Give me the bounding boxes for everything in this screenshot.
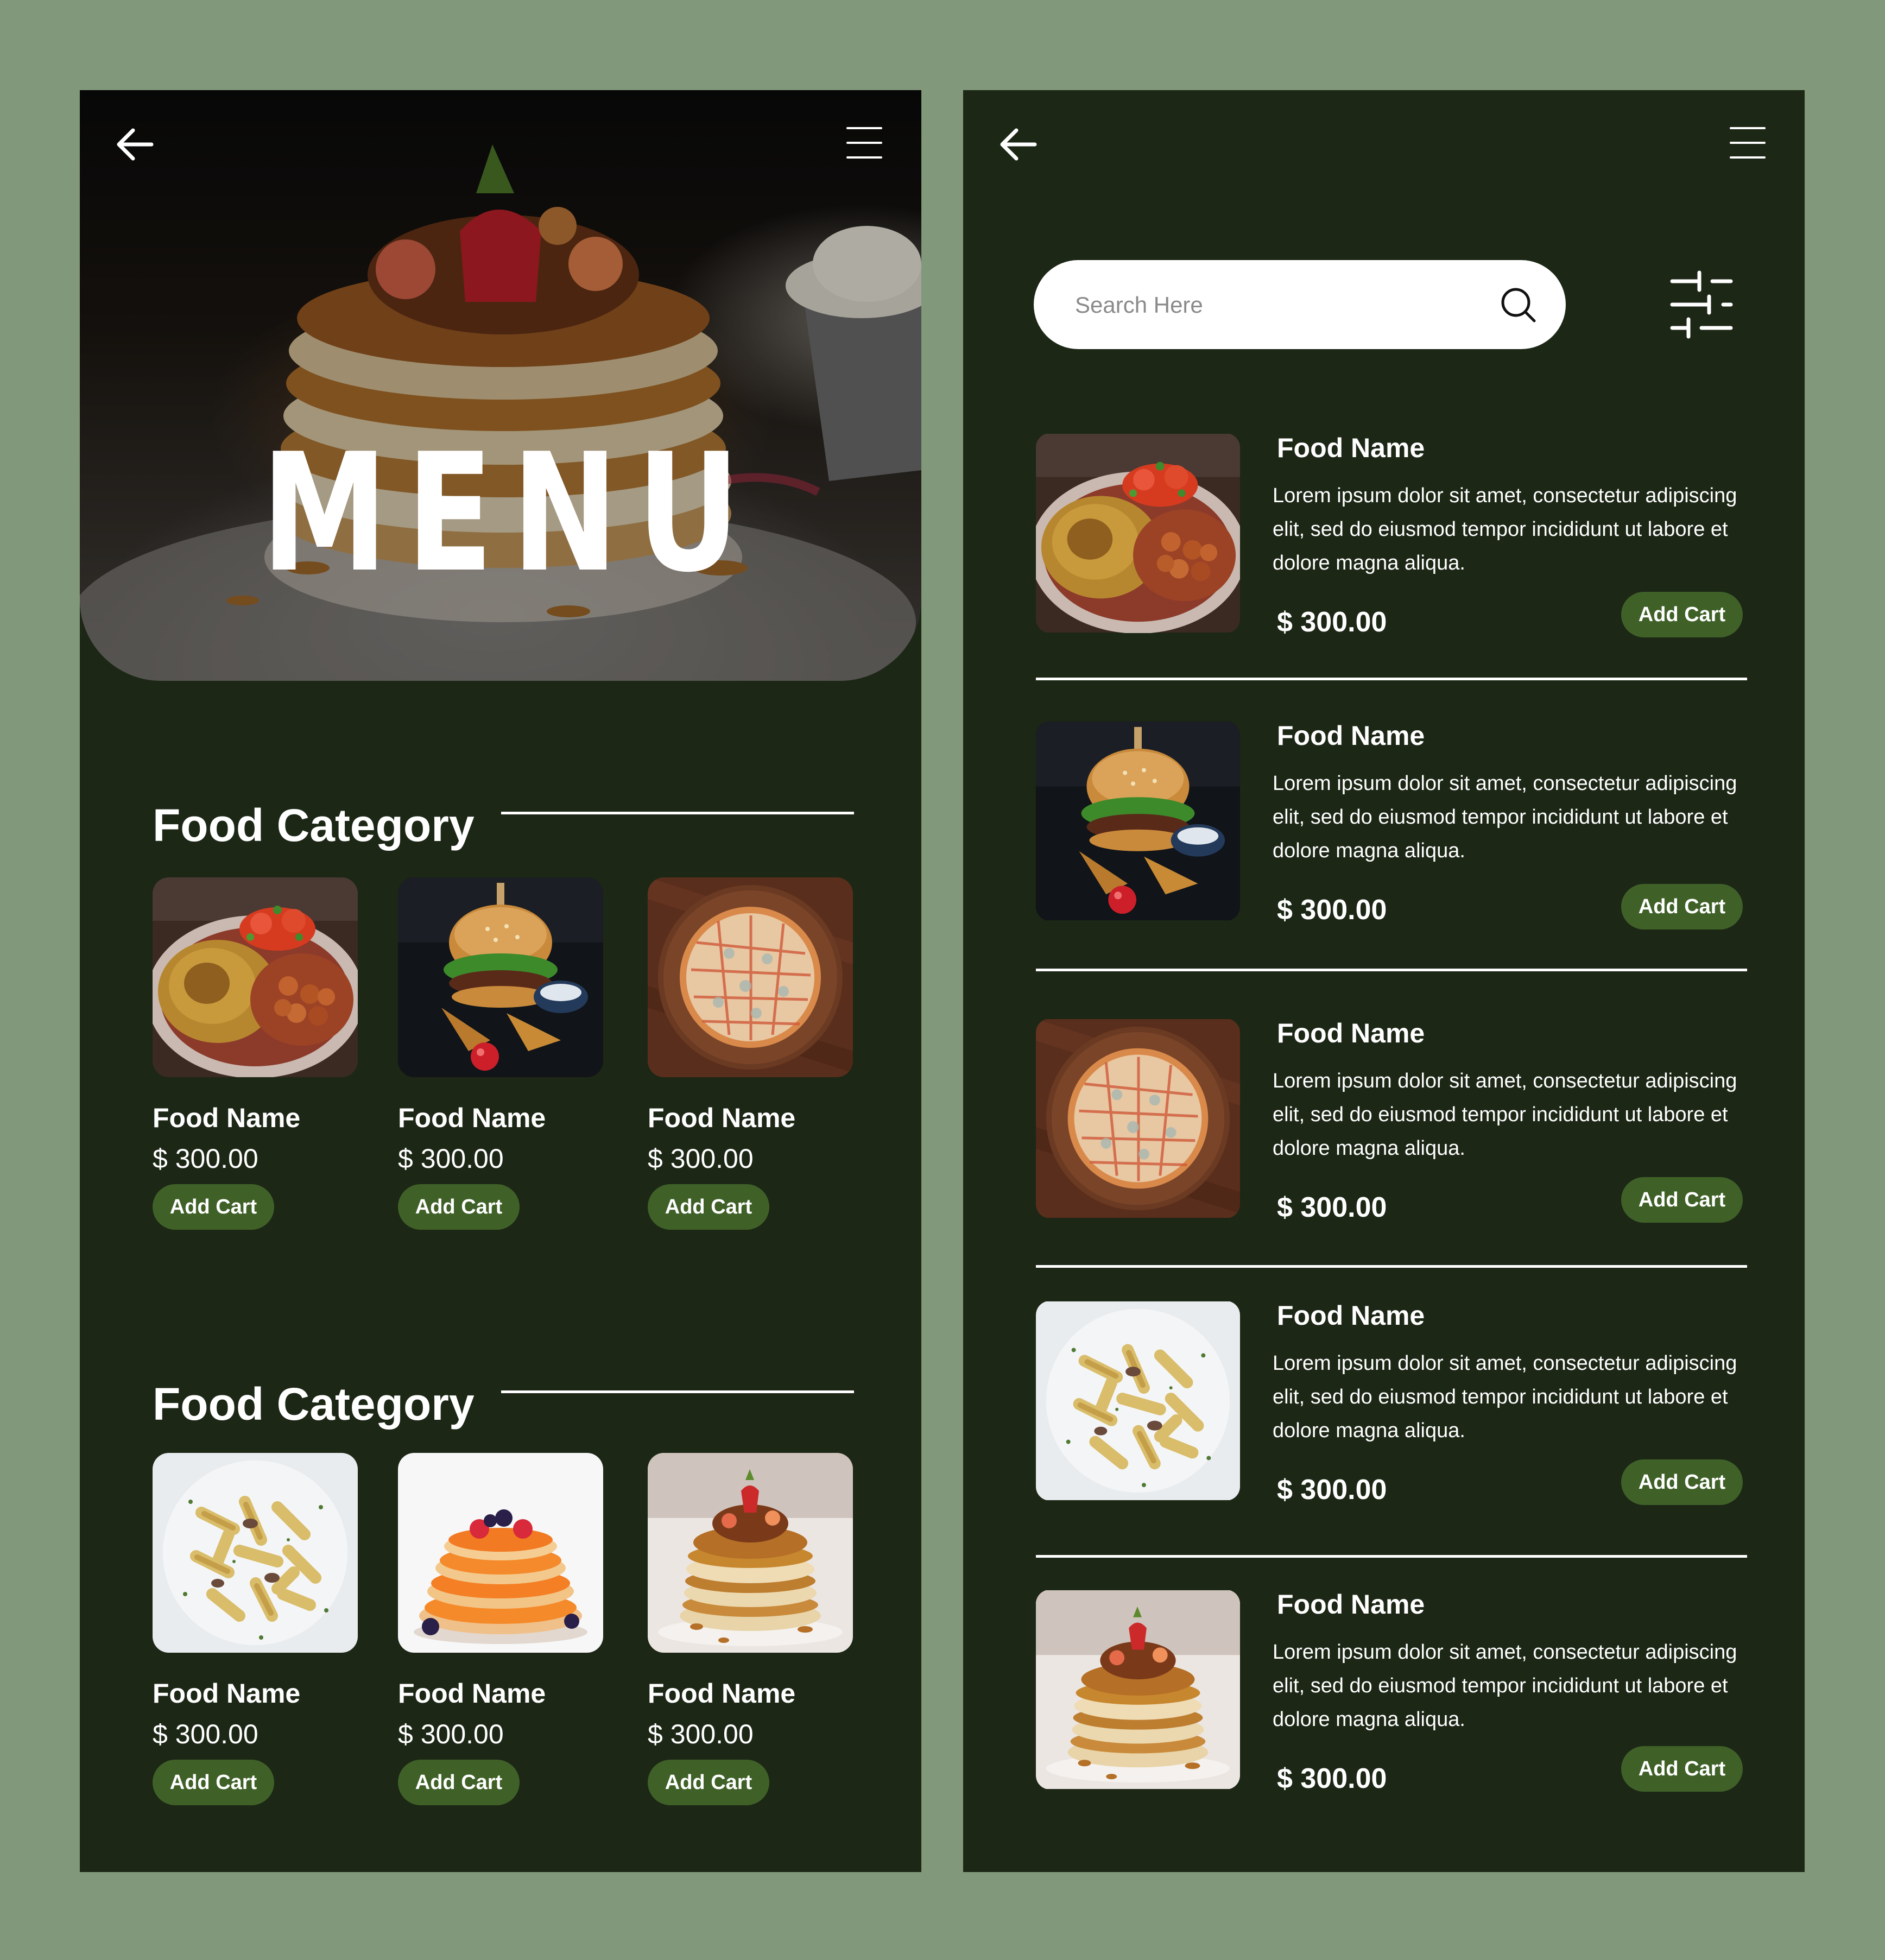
food-image[interactable] (153, 1453, 358, 1653)
food-image[interactable] (1036, 1019, 1240, 1218)
hero-banner: MENU (80, 90, 921, 681)
category-divider (501, 1390, 854, 1393)
list-divider (1036, 678, 1747, 680)
food-description: Lorem ipsum dolor sit amet, consectetur … (1273, 1352, 1737, 1442)
food-list-screen: Food Name Lorem ipsum dolor sit amet, co… (963, 90, 1805, 1872)
list-divider (1036, 1265, 1747, 1268)
back-arrow-icon[interactable] (997, 123, 1040, 166)
food-name: Food Name (153, 1678, 301, 1709)
food-image[interactable] (1036, 1590, 1240, 1790)
menu-screen: MENU Food Category Food Name $ 300.00 Ad… (80, 90, 921, 1872)
food-card: Food Name $ 300.00 Add Cart (648, 877, 853, 1230)
search-icon[interactable] (1498, 285, 1538, 324)
food-image[interactable] (648, 877, 853, 1077)
food-image[interactable] (648, 1453, 853, 1653)
food-name: Food Name (153, 1103, 301, 1133)
add-cart-button[interactable]: Add Cart (1621, 1459, 1743, 1505)
category-divider (501, 812, 854, 814)
food-image[interactable] (1036, 1301, 1240, 1501)
food-name: Food Name (398, 1103, 546, 1133)
food-card: Food Name $ 300.00 Add Cart (398, 1453, 603, 1805)
food-name: Food Name (398, 1678, 546, 1709)
list-divider (1036, 969, 1747, 971)
food-price: $ 300.00 (1277, 1192, 1387, 1223)
food-name: Food Name (648, 1678, 796, 1709)
add-cart-button[interactable]: Add Cart (1621, 592, 1743, 637)
food-description: Lorem ipsum dolor sit amet, consectetur … (1273, 1070, 1737, 1160)
food-description: Lorem ipsum dolor sit amet, consectetur … (1273, 772, 1737, 862)
hamburger-menu-icon[interactable] (1729, 124, 1767, 162)
food-price: $ 300.00 (398, 1143, 504, 1174)
category-title: Food Category (153, 1379, 475, 1430)
add-cart-button[interactable]: Add Cart (1621, 1177, 1743, 1223)
search-input[interactable] (1074, 260, 1489, 350)
food-name: Food Name (648, 1103, 796, 1133)
food-image[interactable] (153, 877, 358, 1077)
add-cart-button[interactable]: Add Cart (153, 1184, 274, 1230)
add-cart-button[interactable]: Add Cart (648, 1760, 769, 1805)
list-divider (1036, 1555, 1747, 1558)
food-price: $ 300.00 (648, 1719, 754, 1749)
food-card: Food Name $ 300.00 Add Cart (398, 877, 603, 1230)
food-name: Food Name (1277, 433, 1425, 463)
food-description: Lorem ipsum dolor sit amet, consectetur … (1273, 1641, 1737, 1731)
food-price: $ 300.00 (1277, 1474, 1387, 1506)
food-price: $ 300.00 (398, 1719, 504, 1749)
food-card: Food Name $ 300.00 Add Cart (153, 877, 358, 1230)
food-price: $ 300.00 (153, 1719, 258, 1749)
add-cart-button[interactable]: Add Cart (153, 1760, 274, 1805)
food-name: Food Name (1277, 720, 1425, 751)
food-name: Food Name (1277, 1300, 1425, 1331)
search-bar (1034, 260, 1566, 350)
add-cart-button[interactable]: Add Cart (648, 1184, 769, 1230)
add-cart-button[interactable]: Add Cart (1621, 884, 1743, 930)
add-cart-button[interactable]: Add Cart (1621, 1746, 1743, 1792)
food-image[interactable] (398, 1453, 603, 1653)
category-title: Food Category (153, 800, 475, 851)
food-name: Food Name (1277, 1589, 1425, 1620)
food-card: Food Name $ 300.00 Add Cart (648, 1453, 853, 1805)
back-arrow-icon[interactable] (113, 123, 157, 166)
food-price: $ 300.00 (1277, 1763, 1387, 1794)
hamburger-menu-icon[interactable] (845, 124, 883, 162)
food-description: Lorem ipsum dolor sit amet, consectetur … (1273, 484, 1737, 574)
food-card: Food Name $ 300.00 Add Cart (153, 1453, 358, 1805)
filter-sliders-icon[interactable] (1669, 269, 1734, 340)
food-price: $ 300.00 (648, 1143, 754, 1174)
food-price: $ 300.00 (1277, 606, 1387, 638)
hero-title: MENU (261, 419, 759, 608)
add-cart-button[interactable]: Add Cart (398, 1760, 520, 1805)
add-cart-button[interactable]: Add Cart (398, 1184, 520, 1230)
food-price: $ 300.00 (153, 1143, 258, 1174)
food-image[interactable] (1036, 721, 1240, 921)
food-name: Food Name (1277, 1018, 1425, 1048)
food-image[interactable] (1036, 433, 1240, 633)
food-image[interactable] (398, 877, 603, 1077)
food-price: $ 300.00 (1277, 894, 1387, 926)
